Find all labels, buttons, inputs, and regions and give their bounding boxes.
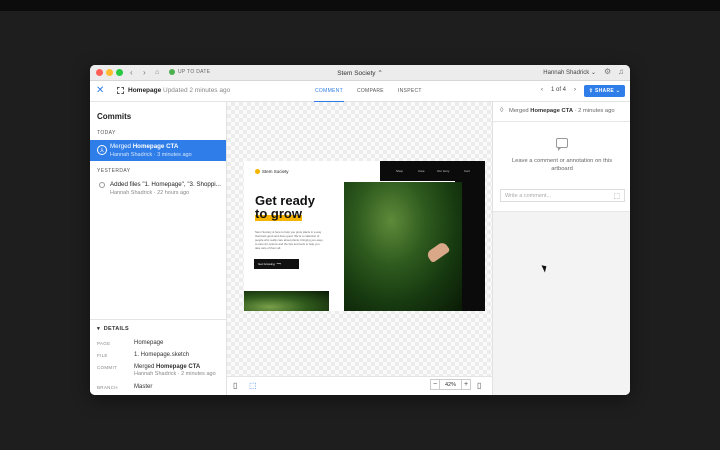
artboard-nav-item: Cart bbox=[464, 169, 470, 173]
small-leaf-photo bbox=[244, 291, 329, 311]
comment-input[interactable]: Write a comment... ⬚ bbox=[500, 189, 625, 202]
merge-icon: ⅄ bbox=[97, 145, 107, 155]
comments-panel: ◊ Merged Homepage CTA · 2 minutes ago Le… bbox=[492, 102, 630, 395]
section-yesterday: YESTERDAY bbox=[97, 168, 131, 174]
select-artboard-icon[interactable]: ⬚ bbox=[249, 381, 257, 391]
artboard-nav-bar: Shop Care Our story Cart bbox=[380, 161, 485, 181]
detail-value: Homepage bbox=[134, 340, 164, 346]
commit-item-added-files[interactable]: Added files "1. Homepage", "3. Shoppi...… bbox=[90, 178, 226, 199]
homepage-artboard[interactable]: Shop Care Our story Cart Stem Society Ge… bbox=[244, 161, 485, 311]
details-toggle[interactable]: ▾ DETAILS bbox=[97, 326, 129, 332]
title-bar: ‹ › ⌂ UP TO DATE Stem Society ⌃ Hannah S… bbox=[90, 65, 630, 81]
commit-message: Added files "1. Homepage", "3. Shoppi... bbox=[110, 181, 221, 188]
commit-dot-icon bbox=[99, 182, 105, 188]
tab-inspect[interactable]: INSPECT bbox=[397, 81, 423, 102]
mode-tabs: COMMENT COMPARE INSPECT bbox=[314, 81, 423, 102]
artboard-body-text: Stem Society is here to help you grow pl… bbox=[255, 230, 324, 250]
detail-key: FILE bbox=[97, 353, 108, 358]
share-label: SHARE bbox=[594, 88, 614, 94]
close-icon[interactable]: ✕ bbox=[96, 85, 104, 97]
annotate-icon[interactable]: ⬚ bbox=[613, 192, 620, 200]
toggle-sidebar-icon[interactable]: ▯ bbox=[233, 381, 237, 391]
artboard-cta-button: Get Growing ⟶ bbox=[254, 259, 299, 269]
page-updated-time: Updated 2 minutes ago bbox=[163, 87, 231, 94]
artboard-frame-icon bbox=[117, 87, 124, 94]
detail-branch: BRANCH Master bbox=[97, 384, 152, 390]
top-letterbox bbox=[0, 0, 720, 11]
detail-commit-prefix: Merged bbox=[134, 364, 155, 370]
next-artboard-icon[interactable]: › bbox=[574, 87, 576, 93]
detail-key: BRANCH bbox=[97, 385, 118, 390]
detail-commit-name: Homepage CTA bbox=[156, 364, 201, 370]
section-today: TODAY bbox=[97, 130, 116, 136]
artboard-nav-item: Shop bbox=[396, 169, 404, 173]
detail-page: PAGE Homepage bbox=[97, 340, 163, 346]
commit-prefix: Merged bbox=[110, 143, 131, 150]
artboard-nav-item: Care bbox=[418, 169, 425, 173]
comments-header-commit: Homepage CTA bbox=[530, 108, 574, 114]
detail-value: Merged Homepage CTA Hannah Shadrick · 2 … bbox=[134, 364, 216, 377]
commit-meta: Hannah Shadrick · 3 minutes ago bbox=[110, 152, 192, 158]
document-toolbar: ✕ Homepage Updated 2 minutes ago COMMENT… bbox=[90, 81, 630, 102]
details-heading: DETAILS bbox=[103, 326, 129, 332]
detail-file: FILE 1. Homepage.sketch bbox=[97, 352, 189, 358]
comments-header: ◊ Merged Homepage CTA · 2 minutes ago bbox=[493, 102, 630, 122]
comments-empty-text: Leave a comment or annotation on this ar… bbox=[511, 158, 613, 172]
comments-header-prefix: Merged bbox=[509, 108, 529, 114]
commit-item-merged[interactable]: ⅄ Merged Homepage CTA Hannah Shadrick · … bbox=[90, 140, 226, 161]
page-title: Homepage bbox=[128, 87, 162, 94]
pager-count: 1 of 4 bbox=[551, 87, 567, 93]
details-panel: ▾ DETAILS PAGE Homepage FILE 1. Homepage… bbox=[90, 319, 226, 395]
user-name: Hannah Shadrick bbox=[543, 70, 590, 76]
artboard-nav-item: Our story bbox=[437, 169, 450, 173]
commits-sidebar: Commits TODAY ⅄ Merged Homepage CTA Hann… bbox=[90, 102, 227, 395]
user-menu[interactable]: Hannah Shadrick ⌄ bbox=[543, 69, 596, 76]
artboard-logo: Stem Society bbox=[255, 169, 289, 174]
detail-commit-meta: Hannah Shadrick · 2 minutes ago bbox=[134, 371, 216, 377]
comments-empty-state: Leave a comment or annotation on this ar… bbox=[493, 122, 630, 212]
zoom-level[interactable]: 42% bbox=[440, 379, 461, 390]
detail-commit: COMMIT Merged Homepage CTA Hannah Shadri… bbox=[97, 364, 216, 377]
commit-message: Merged Homepage CTA bbox=[110, 143, 222, 150]
previous-artboard-icon[interactable]: ‹ bbox=[541, 87, 543, 93]
artboard-logo-text: Stem Society bbox=[262, 169, 289, 174]
headline-line-2: to grow bbox=[255, 206, 302, 221]
detail-value: 1. Homepage.sketch bbox=[134, 352, 190, 358]
commit-branch-name: Homepage CTA bbox=[132, 143, 179, 150]
stem-society-logo-icon bbox=[255, 169, 260, 174]
settings-gear-icon[interactable]: ⚙ bbox=[604, 67, 611, 76]
zoom-in-button[interactable]: + bbox=[461, 379, 471, 390]
artboard-cta-label: Get Growing bbox=[258, 262, 275, 266]
tab-compare[interactable]: COMPARE bbox=[356, 81, 385, 102]
project-name: Stem Society bbox=[337, 70, 376, 77]
notifications-bell-icon[interactable]: ♫ bbox=[618, 67, 624, 76]
artboard-headline: Get ready to grow bbox=[255, 194, 345, 221]
app-window: ‹ › ⌂ UP TO DATE Stem Society ⌃ Hannah S… bbox=[90, 65, 630, 395]
sidebar-title: Commits bbox=[97, 112, 132, 121]
commit-meta: Hannah Shadrick · 22 hours ago bbox=[110, 190, 190, 196]
detail-key: PAGE bbox=[97, 341, 111, 346]
comment-bubble-icon bbox=[556, 138, 568, 151]
detail-key: COMMIT bbox=[97, 365, 118, 370]
zoom-out-button[interactable]: − bbox=[430, 379, 440, 390]
artboard-pager: ‹ 1 of 4 › bbox=[541, 87, 576, 93]
share-button[interactable]: ⇪ SHARE ⌄ bbox=[584, 85, 625, 97]
design-canvas[interactable]: Shop Care Our story Cart Stem Society Ge… bbox=[227, 102, 492, 376]
commit-pin-icon: ◊ bbox=[500, 107, 504, 114]
comment-input-placeholder: Write a comment... bbox=[505, 193, 552, 199]
toggle-right-panel-icon[interactable]: ▯ bbox=[477, 381, 481, 391]
comments-header-time: · 2 minutes ago bbox=[574, 108, 615, 114]
detail-value: Master bbox=[134, 384, 153, 390]
tab-comment[interactable]: COMMENT bbox=[314, 81, 344, 102]
